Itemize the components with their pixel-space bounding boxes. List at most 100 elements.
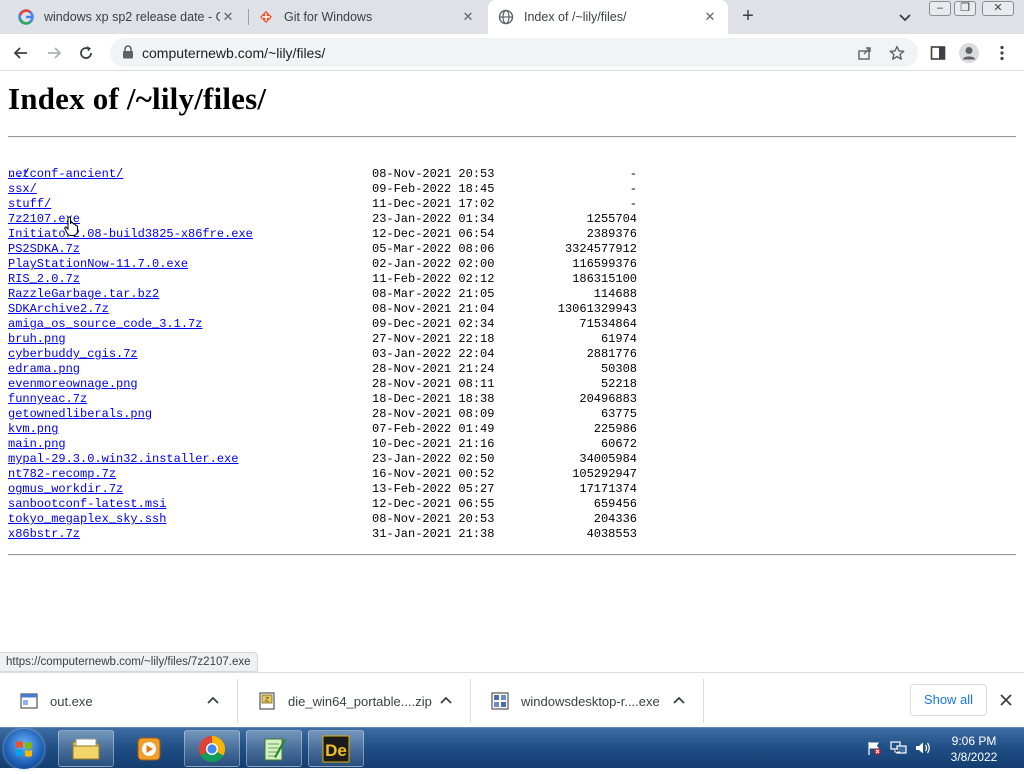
close-tab-icon[interactable]: ✕: [702, 9, 718, 25]
file-link[interactable]: funnyeac.7z: [8, 392, 87, 407]
network-icon[interactable]: [890, 740, 908, 756]
file-date: 07-Feb-2022 01:49: [372, 422, 495, 436]
tab-git-for-windows[interactable]: Git for Windows ✕: [248, 0, 486, 34]
profile-button[interactable]: [957, 41, 981, 65]
reload-button[interactable]: [74, 41, 98, 65]
kebab-menu-icon: [1000, 45, 1004, 61]
forward-button[interactable]: [42, 41, 66, 65]
side-panel-button[interactable]: [926, 41, 950, 65]
zip-file-icon: Z: [259, 692, 275, 710]
browser-toolbar: computernewb.com/~lily/files/: [0, 34, 1024, 71]
file-link[interactable]: evenmoreownage.png: [8, 377, 138, 392]
file-link[interactable]: kvm.png: [8, 422, 58, 437]
file-row: mypal-29.3.0.win32.installer.exe 23-Jan-2…: [8, 452, 637, 467]
file-date: 31-Jan-2021 21:38: [372, 527, 495, 541]
file-link[interactable]: edrama.png: [8, 362, 80, 377]
media-player-icon: [137, 737, 161, 760]
download-filename: windowsdesktop-r....exe: [521, 693, 660, 709]
start-button[interactable]: [4, 729, 44, 769]
new-tab-button[interactable]: +: [737, 5, 759, 27]
address-bar[interactable]: computernewb.com/~lily/files/: [110, 38, 918, 67]
chevron-up-icon[interactable]: [205, 693, 221, 709]
file-date: 12-Dec-2021 06:55: [372, 497, 495, 511]
taskbar-detect-it-easy[interactable]: De: [308, 730, 364, 767]
file-link[interactable]: RIS_2.0.7z: [8, 272, 80, 287]
file-row: PS2SDKA.7z 05-Mar-2022 08:06 3324577912: [8, 242, 637, 257]
bookmark-star-icon[interactable]: [887, 43, 907, 63]
share-icon[interactable]: [855, 43, 875, 63]
volume-icon[interactable]: [914, 740, 932, 756]
file-row: tokyo_megaplex_sky.ssh 08-Nov-2021 20:53 2…: [8, 512, 637, 527]
file-row: cyberbuddy_cgis.7z 03-Jan-2022 22:04 28817…: [8, 347, 637, 362]
tab-search-chevron-icon[interactable]: [895, 7, 915, 27]
file-size: 52218: [600, 377, 637, 391]
taskbar-media-player[interactable]: [121, 730, 177, 767]
file-row: getownedliberals.png 28-Nov-2021 08:09 637…: [8, 407, 637, 422]
download-item-windowsdesktop[interactable]: windowsdesktop-r....exe: [471, 679, 703, 723]
file-link[interactable]: Initiator2.08-build3825-x86fre.exe: [8, 227, 253, 242]
file-size: 63775: [600, 407, 637, 421]
file-row: x86bstr.7z 31-Jan-2021 21:38 4038553: [8, 527, 637, 542]
file-link[interactable]: PlayStationNow-11.7.0.exe: [8, 257, 188, 272]
taskbar-notepad[interactable]: [246, 730, 302, 767]
file-link[interactable]: amiga_os_source_code_3.1.7z: [8, 317, 202, 332]
tab-google-search[interactable]: windows xp sp2 release date - Go ✕: [8, 0, 246, 34]
chrome-icon: [198, 735, 226, 762]
windows-logo-icon: [16, 741, 32, 757]
file-link[interactable]: x86bstr.7z: [8, 527, 80, 542]
action-center-flag-icon[interactable]: [866, 740, 882, 756]
file-date: 09-Dec-2021 02:34: [372, 317, 495, 331]
file-link[interactable]: bruh.png: [8, 332, 66, 347]
file-link[interactable]: mypal-29.3.0.win32.installer.exe: [8, 452, 238, 467]
side-panel-icon: [930, 46, 946, 60]
close-tab-icon[interactable]: ✕: [460, 9, 476, 25]
file-date: 08-Nov-2021 21:04: [372, 302, 495, 316]
file-link[interactable]: PS2SDKA.7z: [8, 242, 80, 257]
chevron-up-icon[interactable]: [438, 693, 454, 709]
file-link[interactable]: netconf-ancient/: [8, 167, 123, 182]
show-all-button[interactable]: Show all: [910, 684, 987, 716]
file-link[interactable]: nt782-recomp.7z: [8, 467, 116, 482]
file-date: 27-Nov-2021 22:18: [372, 332, 495, 346]
file-row: kvm.png 07-Feb-2022 01:49 225986: [8, 422, 637, 437]
close-tab-icon[interactable]: ✕: [220, 9, 236, 25]
lock-icon[interactable]: [122, 45, 134, 64]
file-link[interactable]: RazzleGarbage.tar.bz2: [8, 287, 159, 302]
url-text[interactable]: computernewb.com/~lily/files/: [142, 45, 325, 61]
file-size: 4038553: [586, 527, 637, 541]
link-status-bubble: https://computernewb.com/~lily/files/7z2…: [0, 652, 258, 672]
file-date: 28-Nov-2021 08:09: [372, 407, 495, 421]
exe-file-icon: [20, 693, 38, 709]
tab-title: Git for Windows: [284, 10, 373, 24]
file-link[interactable]: sanbootconf-latest.msi: [8, 497, 166, 512]
file-link[interactable]: stuff/: [8, 197, 51, 212]
tab-index-of-lily-files[interactable]: Index of /~lily/files/ ✕: [488, 0, 728, 34]
taskbar-chrome[interactable]: [184, 730, 240, 767]
back-arrow-icon: [13, 47, 27, 59]
file-date: 12-Dec-2021 06:54: [372, 227, 495, 241]
download-item-die-win64[interactable]: Z die_win64_portable....zip: [238, 679, 470, 723]
file-link[interactable]: getownedliberals.png: [8, 407, 152, 422]
file-row: ssx/09-Feb-2022 18:45 -: [8, 182, 637, 197]
hand-cursor-icon: [64, 216, 78, 236]
restore-button[interactable]: ❐: [954, 1, 976, 16]
file-size: 204336: [593, 512, 637, 526]
download-item-out-exe[interactable]: out.exe: [0, 679, 237, 723]
file-link[interactable]: cyberbuddy_cgis.7z: [8, 347, 138, 362]
file-link[interactable]: ssx/: [8, 182, 37, 197]
file-link[interactable]: ogmus_workdir.7z: [8, 482, 123, 497]
menu-button[interactable]: [990, 41, 1014, 65]
taskbar-file-explorer[interactable]: [58, 730, 114, 767]
file-link[interactable]: tokyo_megaplex_sky.ssh: [8, 512, 166, 527]
file-row: PlayStationNow-11.7.0.exe 02-Jan-2022 02:…: [8, 257, 637, 272]
file-date: 28-Nov-2021 08:11: [372, 377, 495, 391]
close-window-button[interactable]: ✕: [982, 1, 1014, 16]
minimize-button[interactable]: –: [929, 1, 951, 16]
back-button[interactable]: [9, 41, 33, 65]
file-date: 03-Jan-2022 22:04: [372, 347, 495, 361]
taskbar-clock[interactable]: 9:06 PM 3/8/2022: [934, 733, 1014, 765]
file-link[interactable]: SDKArchive2.7z: [8, 302, 109, 317]
file-link[interactable]: main.png: [8, 437, 66, 452]
close-icon[interactable]: [998, 692, 1014, 708]
chevron-up-icon[interactable]: [671, 693, 687, 709]
